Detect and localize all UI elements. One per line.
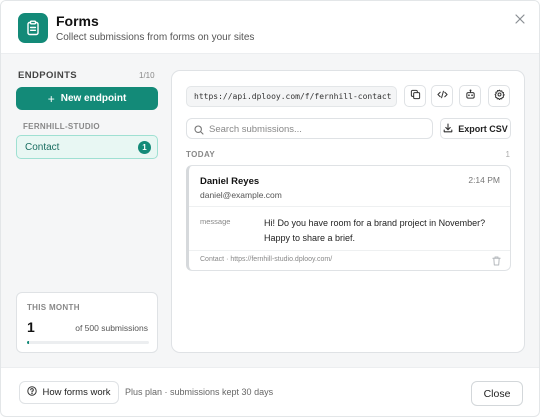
usage-card: THIS MONTH 1 of 500 submissions	[16, 292, 158, 353]
search-box[interactable]	[186, 118, 433, 139]
field-label: message	[200, 217, 231, 226]
submitter-email: daniel@example.com	[200, 190, 282, 200]
usage-progress-fill	[27, 341, 29, 344]
usage-count: 1	[27, 319, 35, 335]
bot-protection-button[interactable]	[459, 85, 481, 107]
site-group-label: FERNHILL-STUDIO	[23, 122, 100, 131]
copy-icon	[410, 89, 421, 103]
search-input[interactable]	[209, 122, 429, 136]
forms-dialog: Forms Collect submissions from forms on …	[0, 0, 540, 417]
download-icon	[443, 122, 453, 135]
bot-icon	[465, 89, 476, 103]
dialog-header: Forms Collect submissions from forms on …	[1, 1, 539, 53]
dialog-title: Forms	[56, 13, 99, 29]
search-icon	[194, 124, 204, 138]
endpoints-count: 1/10	[139, 71, 155, 80]
divider	[189, 250, 510, 251]
usage-label: THIS MONTH	[27, 303, 80, 312]
divider	[189, 206, 510, 207]
close-button[interactable]: Close	[471, 381, 523, 406]
endpoint-count-badge: 1	[138, 141, 151, 154]
date-group-count: 1	[505, 150, 510, 159]
submissions-panel: https://api.dplooy.com/f/fernhill-contac…	[171, 70, 525, 353]
endpoint-item-contact[interactable]: Contact 1	[16, 135, 158, 159]
endpoints-heading: ENDPOINTS	[18, 70, 78, 81]
code-icon	[436, 89, 448, 103]
submission-time: 2:14 PM	[468, 175, 500, 185]
plus-icon: +	[47, 91, 55, 106]
submission-card[interactable]: Daniel Reyes daniel@example.com 2:14 PM …	[186, 165, 511, 271]
usage-limit: of 500 submissions	[75, 323, 148, 333]
clipboard-icon	[18, 13, 48, 43]
export-csv-button[interactable]: Export CSV	[440, 118, 511, 139]
help-icon	[27, 386, 38, 399]
settings-icon	[494, 89, 505, 103]
how-forms-work-button[interactable]: How forms work	[19, 381, 119, 404]
usage-progress-bar	[27, 341, 149, 344]
new-endpoint-button[interactable]: + New endpoint	[16, 87, 158, 110]
new-endpoint-label: New endpoint	[60, 93, 127, 104]
dialog-subtitle: Collect submissions from forms on your s…	[56, 32, 255, 43]
embed-code-button[interactable]	[431, 85, 453, 107]
field-value: Hi! Do you have room for a brand project…	[264, 218, 486, 243]
endpoint-url[interactable]: https://api.dplooy.com/f/fernhill-contac…	[186, 86, 397, 107]
copy-url-button[interactable]	[404, 85, 426, 107]
export-csv-label: Export CSV	[458, 123, 508, 134]
submitter-name: Daniel Reyes	[200, 176, 260, 187]
close-icon[interactable]	[513, 13, 527, 27]
endpoint-label: Contact	[25, 142, 60, 153]
dialog-body: ENDPOINTS 1/10 + New endpoint FERNHILL-S…	[1, 53, 539, 368]
trash-icon[interactable]	[492, 255, 501, 269]
how-forms-work-label: How forms work	[42, 387, 111, 398]
endpoint-settings-button[interactable]	[488, 85, 510, 107]
plan-info: Plus plan · submissions kept 30 days	[125, 387, 274, 397]
date-group-heading: TODAY	[186, 150, 216, 159]
submission-source: Contact · https://fernhill-studio.dplooy…	[200, 256, 333, 263]
